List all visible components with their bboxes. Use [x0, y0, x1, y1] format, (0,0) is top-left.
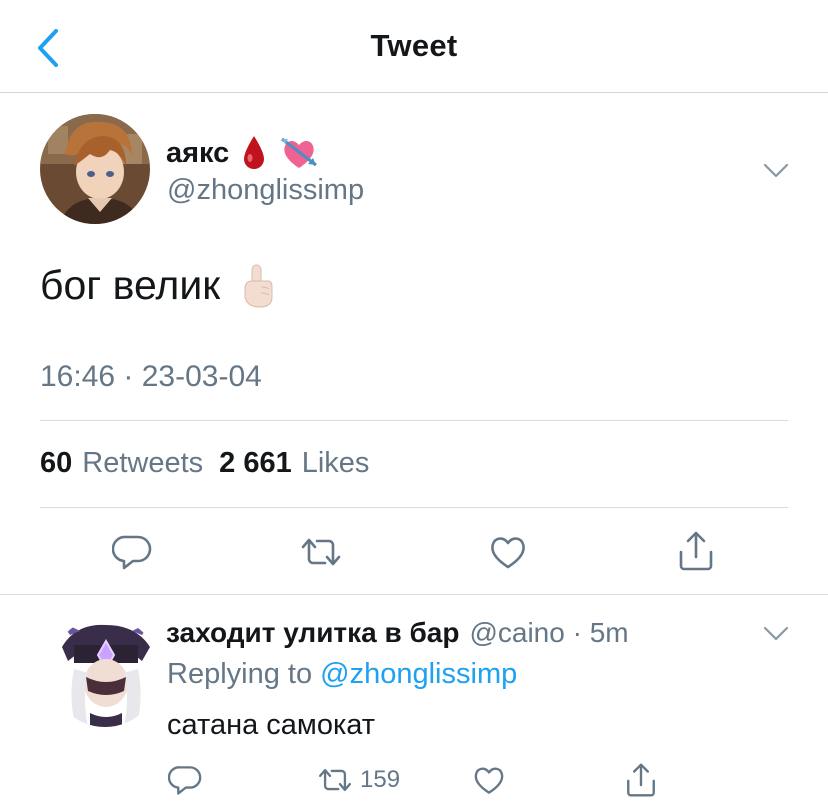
- chevron-down-icon: [763, 163, 789, 178]
- reply-button[interactable]: [112, 533, 152, 571]
- reply-retweet-button[interactable]: 159: [316, 764, 400, 796]
- author-handle[interactable]: @zhonglissimp: [167, 174, 364, 207]
- likes-count[interactable]: 2 661: [219, 447, 292, 480]
- heart-with-arrow-emoji: [279, 135, 319, 171]
- tweet-options-button[interactable]: [763, 163, 789, 184]
- reply-author-avatar[interactable]: [50, 617, 160, 727]
- reply-share-button[interactable]: [624, 762, 658, 798]
- retweet-icon: [301, 538, 341, 566]
- reply-meta[interactable]: @caino · 5m: [469, 617, 628, 649]
- reply-options-button[interactable]: [763, 626, 789, 647]
- reply-text: сатана самокат: [167, 709, 376, 741]
- reply-author-name[interactable]: заходит улитка в бар: [166, 617, 459, 649]
- author-avatar[interactable]: [40, 114, 150, 224]
- tweet-timestamp: 16:46 · 23-03-04: [40, 360, 262, 393]
- share-icon: [679, 531, 713, 571]
- share-icon: [627, 763, 655, 797]
- replying-to-handle[interactable]: @zhonglissimp: [320, 658, 517, 690]
- like-icon: [474, 767, 504, 794]
- tweet-text: бог велик: [40, 262, 221, 308]
- author-name-row[interactable]: аякс: [166, 135, 319, 171]
- like-button[interactable]: [488, 533, 528, 571]
- like-icon: [491, 537, 525, 569]
- divider: [40, 420, 788, 421]
- replying-to-label: Replying to: [167, 658, 313, 690]
- tweet-text-row: бог велик: [40, 262, 274, 309]
- drop-of-blood-emoji: [241, 135, 267, 171]
- share-button[interactable]: [676, 530, 716, 572]
- reply-reply-button[interactable]: [168, 764, 202, 796]
- page-title: Tweet: [370, 28, 458, 63]
- retweet-icon: [318, 768, 352, 792]
- retweets-count[interactable]: 60: [40, 447, 72, 480]
- retweet-button[interactable]: [298, 533, 344, 571]
- reply-icon: [168, 766, 202, 795]
- author-name: аякс: [166, 136, 230, 169]
- reply-retweet-count: 159: [360, 766, 401, 793]
- divider: [40, 507, 788, 508]
- replying-to: Replying to @zhonglissimp: [167, 658, 517, 691]
- reply-header: заходит улитка в бар @caino · 5m: [166, 617, 629, 649]
- likes-label[interactable]: Likes: [302, 447, 370, 480]
- chevron-down-icon: [763, 626, 789, 641]
- section-divider: [0, 594, 828, 595]
- top-bar: Tweet: [0, 0, 828, 93]
- reply-icon: [112, 535, 152, 570]
- reply-like-button[interactable]: [472, 764, 506, 796]
- index-pointing-up-emoji: [240, 263, 274, 309]
- tweet-stats: 60 Retweets 2 661 Likes: [40, 447, 385, 480]
- retweets-label[interactable]: Retweets: [82, 447, 203, 480]
